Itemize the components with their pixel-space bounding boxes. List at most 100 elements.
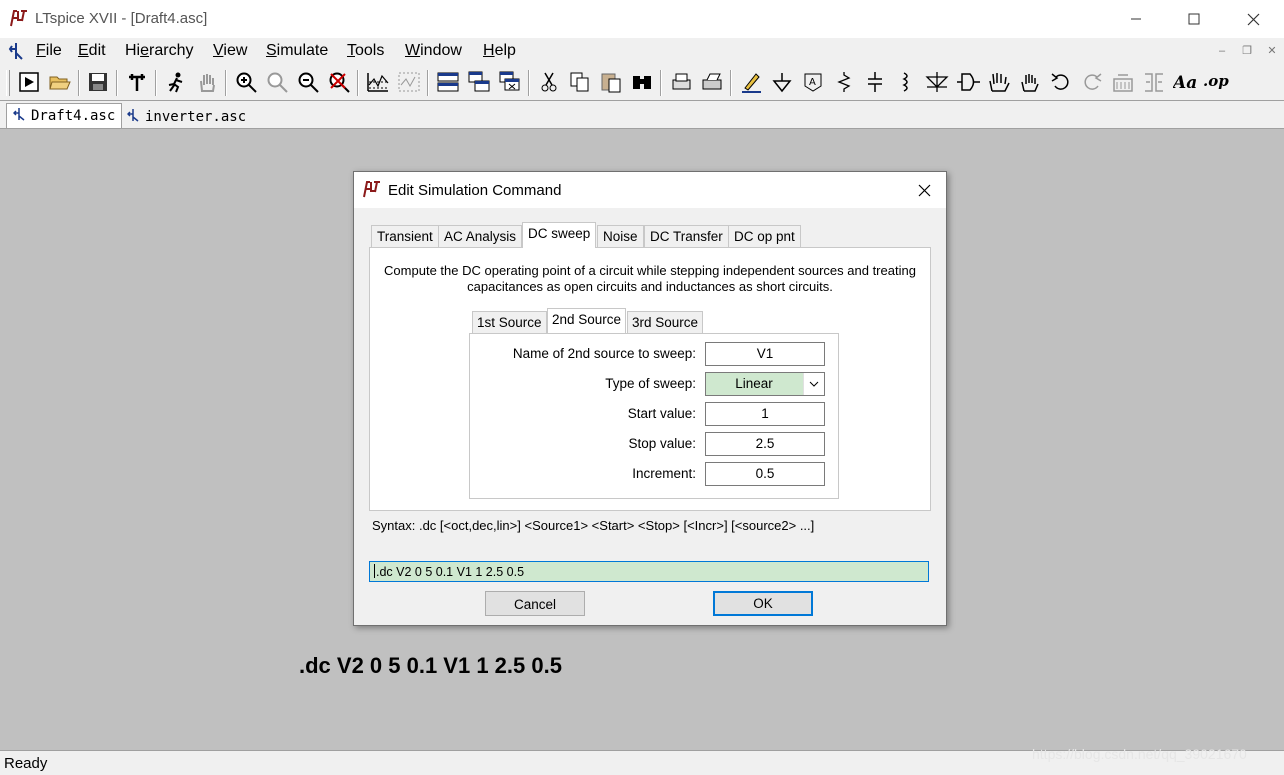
svg-text:A: A [809,77,816,88]
component-icon[interactable] [954,68,982,96]
print-icon[interactable] [698,68,726,96]
tab-dc-transfer[interactable]: DC Transfer [644,225,729,248]
menu-file[interactable]: File [36,42,62,60]
text-caret [374,564,375,578]
menu-simulate[interactable]: Simulate [266,42,328,60]
mirror-icon[interactable] [1140,68,1168,96]
control-panel-icon[interactable] [123,68,151,96]
ground-icon[interactable] [768,68,796,96]
ltspice-logo-icon [362,179,382,202]
menu-hierarchy[interactable]: Hierarchy [125,42,193,60]
halt-icon[interactable] [162,68,190,96]
doc-tab-label: inverter.asc [145,109,247,125]
zoom-cancel-icon[interactable] [325,68,353,96]
ltspice-logo-icon [9,8,29,31]
document-icon[interactable] [7,41,25,64]
dialog-title-bar: Edit Simulation Command [354,172,946,208]
subtab-2nd-source[interactable]: 2nd Source [547,308,627,333]
print-preview-icon[interactable] [667,68,695,96]
dialog-title: Edit Simulation Command [388,182,562,199]
source-panel: Name of 2nd source to sweep: V1 Type of … [469,333,839,499]
zoom-in-icon[interactable] [232,68,260,96]
title-bar: LTspice XVII - [Draft4.asc] [0,0,1284,38]
minimize-button[interactable] [1113,2,1159,36]
tab-ac-analysis[interactable]: AC Analysis [438,225,523,248]
mdi-restore-icon[interactable]: ❐ [1237,42,1257,60]
zoom-out-icon[interactable] [294,68,322,96]
window-title: LTspice XVII - [Draft4.asc] [35,10,208,27]
stop-value-input[interactable]: 2.5 [705,432,825,456]
subtab-1st-source[interactable]: 1st Source [472,311,547,333]
diode-icon[interactable] [923,68,951,96]
cascade-icon[interactable] [465,68,493,96]
text-icon[interactable]: Aa [1171,68,1199,96]
draw-wire-icon[interactable] [737,68,765,96]
paste-icon[interactable] [597,68,625,96]
move-icon[interactable] [985,68,1013,96]
dc-sweep-panel: Compute the DC operating point of a circ… [369,247,931,511]
status-text: Ready [4,755,48,772]
command-input[interactable]: .dc V2 0 5 0.1 V1 1 2.5 0.5 [369,561,929,582]
sweep-type-select[interactable]: Linear [705,372,825,396]
drag-icon[interactable] [1016,68,1044,96]
tab-dc-sweep[interactable]: DC sweep [522,222,597,248]
ok-button[interactable]: OK [713,591,813,616]
source-name-input[interactable]: V1 [705,342,825,366]
menu-edit[interactable]: Edit [78,42,106,60]
run-icon[interactable] [15,68,43,96]
doc-tab-draft4[interactable]: Draft4.asc [6,103,123,128]
mdi-minimize-icon[interactable]: – [1212,42,1232,60]
source-name-label: Name of 2nd source to sweep: [512,346,696,361]
waveform-icon[interactable] [395,68,423,96]
subtab-3rd-source[interactable]: 3rd Source [627,311,704,333]
start-value-input[interactable]: 1 [705,402,825,426]
copy-icon[interactable] [566,68,594,96]
tile-icon[interactable] [434,68,462,96]
autorange-icon[interactable] [364,68,392,96]
close-windows-icon[interactable] [496,68,524,96]
schematic-icon [126,108,139,126]
save-icon[interactable] [84,68,112,96]
open-icon[interactable] [46,68,74,96]
command-text: .dc V2 0 5 0.1 V1 1 2.5 0.5 [376,565,525,579]
maximize-button[interactable] [1171,2,1217,36]
tab-noise[interactable]: Noise [597,225,644,248]
doc-tab-label: Draft4.asc [31,108,116,124]
tab-transient[interactable]: Transient [371,225,439,248]
toolbar-grip[interactable] [6,70,10,96]
menu-tools[interactable]: Tools [347,42,384,60]
spice-directive-icon[interactable]: .op [1202,68,1230,96]
increment-input[interactable]: 0.5 [705,462,825,486]
close-window-button[interactable] [1230,2,1276,36]
doc-tab-inverter[interactable]: inverter.asc [121,105,252,129]
mdi-close-icon[interactable]: ✕ [1262,42,1282,60]
sweep-type-label: Type of sweep: [605,376,696,391]
edit-simulation-dialog: Edit Simulation Command Transient AC Ana… [353,171,947,626]
spice-directive-text[interactable]: .dc V2 0 5 0.1 V1 1 2.5 0.5 [299,653,562,679]
label-net-icon[interactable]: A [799,68,827,96]
capacitor-icon[interactable] [861,68,889,96]
start-value-label: Start value: [627,406,696,421]
analysis-description: Compute the DC operating point of a circ… [384,263,916,294]
cut-icon[interactable] [535,68,563,96]
cancel-button[interactable]: Cancel [485,591,585,616]
hand-icon[interactable] [193,68,221,96]
undo-icon[interactable] [1047,68,1075,96]
toolbar: A Aa .op [0,64,1284,101]
find-icon[interactable] [628,68,656,96]
menu-bar: File Edit Hierarchy View Simulate Tools … [0,38,1284,64]
inductor-icon[interactable] [892,68,920,96]
sweep-type-value: Linear [735,376,773,391]
svg-text:.op: .op [1203,72,1229,90]
tab-dc-op-pnt[interactable]: DC op pnt [728,225,801,248]
chevron-down-icon[interactable] [803,373,824,395]
rotate-icon[interactable] [1109,68,1137,96]
menu-view[interactable]: View [213,42,247,60]
dialog-close-icon[interactable] [910,178,938,202]
menu-help[interactable]: Help [483,42,516,60]
svg-text:Aa: Aa [1173,73,1197,93]
redo-icon[interactable] [1078,68,1106,96]
resistor-icon[interactable] [830,68,858,96]
menu-window[interactable]: Window [405,42,462,60]
zoom-pan-icon[interactable] [263,68,291,96]
